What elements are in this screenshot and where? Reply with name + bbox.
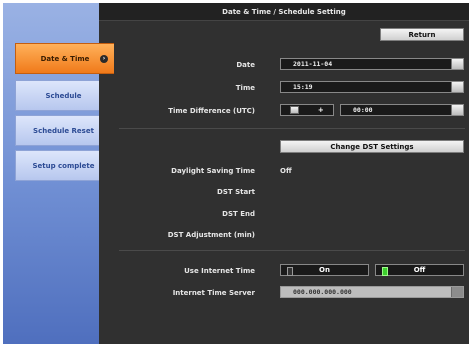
internet-time-server-field[interactable]: 000.000.000.000: [280, 286, 464, 298]
time-difference-label: Time Difference (UTC): [168, 107, 255, 115]
return-button[interactable]: Return: [380, 28, 464, 41]
field-handle-icon: [451, 59, 463, 69]
time-label: Time: [235, 84, 255, 92]
window-title: Date & Time / Schedule Setting: [99, 3, 469, 21]
sidebar-item-label: Date & Time: [40, 54, 90, 63]
divider: [119, 128, 465, 129]
field-handle-icon: [451, 82, 463, 92]
divider: [119, 250, 465, 251]
dst-end-label: DST End: [222, 210, 255, 218]
date-label: Date: [236, 61, 255, 69]
time-difference-value: 00:00: [353, 106, 373, 114]
time-field[interactable]: 15:19: [280, 81, 464, 93]
chevron-right-icon: ›: [100, 54, 108, 63]
sidebar-item-setup-complete[interactable]: Setup complete: [15, 150, 111, 181]
internet-time-off-label: Off: [413, 266, 426, 274]
time-difference-field[interactable]: 00:00: [340, 104, 464, 116]
internet-time-on-label: On: [319, 266, 330, 274]
field-handle-icon: [451, 287, 463, 297]
dst-label: Daylight Saving Time: [171, 167, 255, 175]
time-difference-sign: +: [317, 106, 324, 114]
sidebar-item-date-time[interactable]: Date & Time ›: [15, 43, 114, 74]
internet-time-server-value: 000.000.000.000: [293, 288, 352, 296]
time-value: 15:19: [293, 83, 313, 91]
field-handle-icon: [290, 106, 300, 114]
settings-panel: Date & Time / Schedule Setting Return Da…: [99, 3, 469, 344]
dst-start-label: DST Start: [217, 188, 255, 196]
date-field[interactable]: 2011-11-04: [280, 58, 464, 70]
internet-time-on-button[interactable]: On: [280, 264, 369, 276]
screen: Date & Time › Schedule Schedule Reset Se…: [0, 0, 473, 353]
use-internet-time-label: Use Internet Time: [184, 267, 255, 275]
sidebar-item-schedule[interactable]: Schedule: [15, 80, 111, 111]
change-dst-settings-button[interactable]: Change DST Settings: [280, 140, 464, 153]
date-value: 2011-11-04: [293, 60, 333, 68]
internet-time-server-label: Internet Time Server: [172, 289, 255, 297]
internet-time-off-button[interactable]: Off: [375, 264, 464, 276]
sidebar-item-label: Schedule: [45, 91, 82, 100]
dst-adjustment-label: DST Adjustment (min): [167, 231, 255, 239]
time-difference-sign-field[interactable]: +: [280, 104, 334, 116]
field-handle-icon: [451, 105, 463, 115]
radio-off-icon: [287, 267, 293, 276]
sidebar-item-label: Setup complete: [32, 161, 95, 170]
dst-value: Off: [280, 167, 292, 175]
sidebar-item-label: Schedule Reset: [33, 126, 94, 135]
sidebar: Date & Time › Schedule Schedule Reset Se…: [3, 3, 114, 344]
sidebar-item-schedule-reset[interactable]: Schedule Reset: [15, 115, 111, 146]
radio-on-icon: [382, 267, 388, 276]
